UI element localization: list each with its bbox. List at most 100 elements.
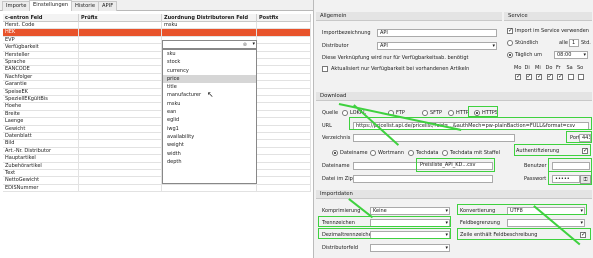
table-cell[interactable]	[257, 140, 311, 148]
table-cell[interactable]: Hoehe	[3, 103, 79, 111]
protocol-radio[interactable]	[342, 110, 348, 116]
table-cell[interactable]	[257, 59, 311, 67]
table-cell[interactable]	[257, 118, 311, 126]
dropdown-option[interactable]: sku	[163, 50, 256, 58]
table-cell[interactable]	[79, 133, 162, 141]
table-cell[interactable]: Hauptartikel	[3, 155, 79, 163]
table-cell[interactable]	[79, 88, 162, 96]
table-cell[interactable]	[257, 103, 311, 111]
table-cell[interactable]: NettoGewicht	[3, 177, 79, 185]
protocol-radio[interactable]	[448, 110, 454, 116]
importbez-input[interactable]: API	[377, 29, 497, 37]
techdata-staffel-radio[interactable]	[442, 150, 448, 156]
time-select[interactable]: 08:00 ▾	[554, 51, 588, 59]
tab-apif[interactable]: APIF	[98, 1, 118, 11]
table-cell[interactable]	[79, 162, 162, 170]
table-row[interactable]: HEK	[3, 29, 311, 37]
table-cell[interactable]: SpeziellEKgültBis	[3, 96, 79, 104]
day-checkbox[interactable]	[567, 74, 574, 80]
table-cell[interactable]	[79, 81, 162, 89]
table-cell[interactable]	[79, 177, 162, 185]
table-cell[interactable]	[79, 29, 162, 37]
table-cell[interactable]: Bild	[3, 140, 79, 148]
table-cell[interactable]	[257, 36, 311, 45]
table-cell[interactable]	[79, 36, 162, 45]
table-cell[interactable]	[257, 125, 311, 133]
table-row[interactable]: SpeziellEKgültBis	[3, 96, 311, 104]
dropdown-option[interactable]: price	[163, 74, 256, 84]
feldbegrenzung-select[interactable]: ▾	[507, 219, 585, 227]
table-cell[interactable]	[162, 29, 257, 37]
table-cell[interactable]	[257, 155, 311, 163]
table-cell[interactable]	[79, 96, 162, 104]
table-row[interactable]: Gewicht	[3, 125, 311, 133]
dropdown-option[interactable]: stock	[163, 58, 256, 66]
table-cell[interactable]	[79, 103, 162, 111]
clear-icon[interactable]: ⊗	[243, 42, 247, 48]
dropdown-option[interactable]: ean	[163, 108, 256, 116]
dropdown-option[interactable]: currency	[163, 67, 256, 75]
dropdown-option[interactable]: eglid	[163, 116, 256, 124]
table-row[interactable]: EDISNummer	[3, 184, 311, 193]
table-cell[interactable]	[257, 81, 311, 89]
table-cell[interactable]	[79, 73, 162, 82]
table-cell[interactable]	[79, 147, 162, 156]
table-cell[interactable]: Garantie	[3, 81, 79, 89]
table-row[interactable]: Text	[3, 170, 311, 178]
tab-historie[interactable]: Historie	[71, 1, 100, 11]
table-cell[interactable]	[257, 170, 311, 178]
table-cell[interactable]: Hersteller	[3, 51, 79, 59]
table-cell[interactable]	[79, 66, 162, 74]
table-cell[interactable]: Herst. Code	[3, 22, 79, 30]
table-cell[interactable]: Nachfolger	[3, 73, 79, 82]
table-row[interactable]: Verfügbarkeit	[3, 44, 311, 52]
header-postfix[interactable]: Postfix	[257, 14, 311, 22]
taeglich-radio[interactable]	[507, 52, 513, 58]
table-row[interactable]: Hauptartikel	[3, 155, 311, 163]
stuendlich-radio[interactable]	[507, 40, 513, 46]
table-cell[interactable]	[79, 59, 162, 67]
table-cell[interactable]	[257, 96, 311, 104]
table-cell[interactable]	[79, 118, 162, 126]
table-row[interactable]: Hoehe	[3, 103, 311, 111]
table-cell[interactable]	[257, 162, 311, 170]
table-cell[interactable]: HEK	[3, 29, 79, 37]
table-cell[interactable]: Breite	[3, 110, 79, 119]
table-row[interactable]: Breite	[3, 110, 311, 119]
table-cell[interactable]	[257, 51, 311, 59]
day-checkbox[interactable]	[578, 74, 584, 80]
aktual-checkbox[interactable]	[322, 66, 328, 72]
table-row[interactable]: Zubehörartikel	[3, 162, 311, 170]
table-cell[interactable]	[79, 44, 162, 52]
day-checkbox[interactable]	[557, 73, 563, 80]
dateiname-radio[interactable]	[332, 150, 338, 156]
header-praefix[interactable]: Prüfix	[79, 14, 162, 22]
table-row[interactable]: Herst. Code msku	[3, 22, 311, 30]
day-checkbox[interactable]	[546, 73, 553, 80]
table-cell[interactable]	[257, 66, 311, 74]
header-zuordnung[interactable]: Zuordnung Distributoren Feld	[162, 14, 257, 22]
table-cell[interactable]: msku	[162, 22, 257, 30]
table-cell[interactable]: Verfügbarkeit	[3, 44, 79, 52]
table-cell[interactable]: SpeiseEK	[3, 88, 79, 96]
techdata-radio[interactable]	[408, 150, 414, 156]
komprimierung-select[interactable]: Keine ▾	[370, 207, 450, 215]
protocol-radio[interactable]	[422, 110, 428, 116]
table-row[interactable]: Sprache	[3, 59, 311, 67]
table-cell[interactable]	[79, 125, 162, 133]
table-row[interactable]: Laenge	[3, 118, 311, 126]
day-checkbox[interactable]	[525, 73, 532, 80]
table-cell[interactable]	[257, 44, 311, 52]
table-cell[interactable]	[257, 22, 311, 30]
table-cell[interactable]	[257, 110, 311, 119]
table-row[interactable]: Bild	[3, 140, 311, 148]
table-cell[interactable]	[79, 155, 162, 163]
dropdown-option[interactable]: depth	[163, 158, 256, 166]
dropdown-option[interactable]: msku	[163, 100, 256, 108]
alle-stunden-input[interactable]: 1	[569, 39, 579, 47]
table-cell[interactable]	[79, 22, 162, 30]
table-cell[interactable]: EDISNummer	[3, 184, 79, 193]
chevron-down-icon[interactable]: ▾	[252, 41, 255, 47]
table-cell[interactable]	[79, 110, 162, 119]
zuordnung-dropdown[interactable]: ⊗ ▾	[162, 40, 257, 49]
